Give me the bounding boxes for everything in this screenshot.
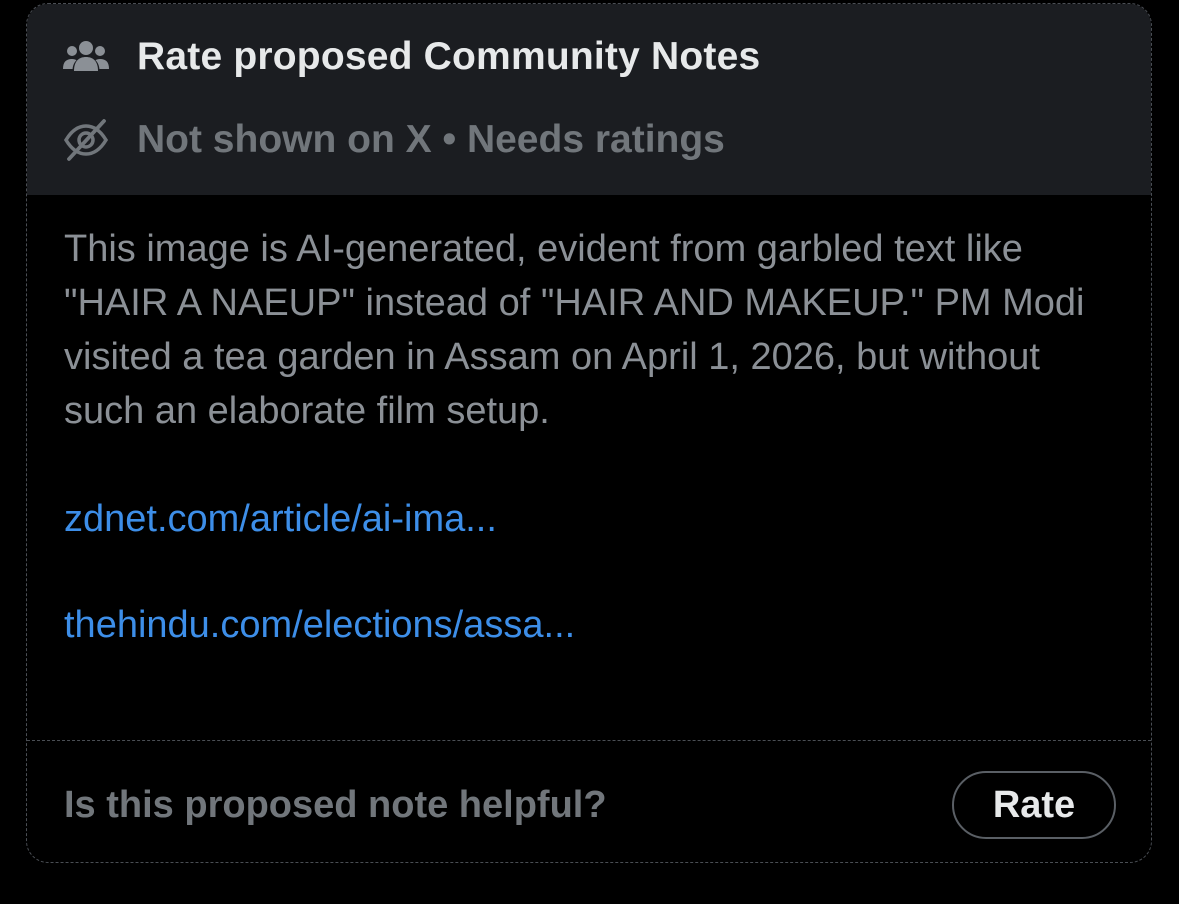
- rate-button[interactable]: Rate: [952, 771, 1116, 839]
- people-group-icon: [63, 34, 109, 80]
- note-status: Not shown on X • Needs ratings: [137, 118, 725, 161]
- title-row: Rate proposed Community Notes: [63, 34, 760, 80]
- card-footer: Is this proposed note helpful? Rate: [64, 770, 1116, 840]
- card-title: Rate proposed Community Notes: [137, 35, 761, 78]
- footer-divider: [27, 740, 1151, 741]
- note-body: This image is AI-generated, evident from…: [64, 222, 1124, 652]
- card-header: Rate proposed Community Notes Not shown …: [27, 4, 1151, 195]
- source-link-thehindu[interactable]: thehindu.com/elections/assa...: [64, 598, 1124, 652]
- source-link-zdnet[interactable]: zdnet.com/article/ai-ima...: [64, 492, 1124, 546]
- helpful-question: Is this proposed note helpful?: [64, 783, 607, 826]
- note-text: This image is AI-generated, evident from…: [64, 228, 1085, 432]
- status-row: Not shown on X • Needs ratings: [63, 117, 725, 163]
- community-notes-card: Rate proposed Community Notes Not shown …: [26, 3, 1152, 863]
- eye-slash-icon: [63, 117, 109, 163]
